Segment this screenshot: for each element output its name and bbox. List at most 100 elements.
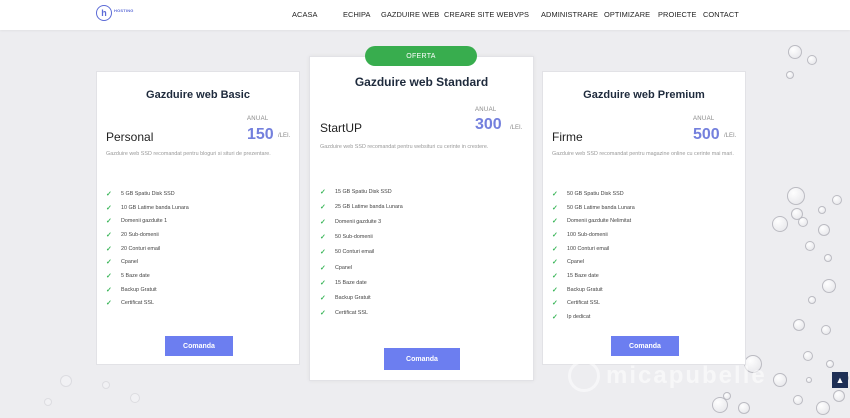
offer-badge: OFERTA — [365, 46, 477, 66]
logo[interactable]: h HOSTING — [96, 4, 134, 22]
check-icon: ✓ — [106, 259, 112, 267]
logo-icon: h — [96, 5, 112, 21]
order-button[interactable]: Comanda — [384, 348, 460, 370]
feature-label: 20 Sub-domenii — [121, 231, 159, 238]
check-icon: ✓ — [552, 272, 558, 280]
check-icon: ✓ — [552, 314, 558, 322]
bubble-decoration — [773, 373, 787, 387]
card-title: Gazduire web Standard — [354, 75, 489, 89]
check-icon: ✓ — [320, 310, 326, 318]
feature-label: Backup Gratuit — [121, 286, 157, 293]
bubble-decoration — [788, 45, 802, 59]
feature-label: 50 Conturi email — [335, 249, 375, 256]
bubble-decoration — [826, 360, 834, 368]
bubble-decoration — [807, 55, 817, 65]
order-button[interactable]: Comanda — [165, 336, 233, 356]
check-icon: ✓ — [106, 300, 112, 308]
pricing-card-premium: Gazduire web Premium ANUAL Firme 500 /LE… — [542, 71, 746, 365]
menu-item-echipa[interactable]: ECHIPA — [343, 10, 371, 19]
chevron-up-icon[interactable]: ▲ — [832, 372, 848, 388]
feature-item: ✓ Backup Gratuit — [320, 290, 403, 305]
bubble-decoration — [786, 71, 794, 79]
feature-label: Domenii gazduite 1 — [121, 218, 168, 225]
feature-label: 5 GB Spatiu Disk SSD — [121, 190, 175, 197]
menu-item-proiecte[interactable]: PROIECTE — [658, 10, 697, 19]
feature-list: ✓ 50 GB Spatiu Disk SSD ✓ 50 GB Latime band… — [552, 187, 635, 324]
bubble-decoration — [822, 279, 836, 293]
bubble-decoration — [821, 325, 831, 335]
plan-name: Personal — [106, 130, 154, 144]
menu-item-administrare[interactable]: ADMINISTRARE — [541, 10, 598, 19]
feature-label: 50 Sub-domenii — [335, 234, 373, 241]
feature-label: Cpanel — [335, 264, 353, 271]
bubble-decoration — [712, 397, 728, 413]
feature-item: ✓ 20 Sub-domenii — [106, 228, 189, 242]
bubble-decoration — [806, 377, 812, 383]
feature-item: ✓ 20 Conturi email — [106, 242, 189, 256]
menu-item-contact[interactable]: CONTACT — [703, 10, 739, 19]
check-icon: ✓ — [552, 231, 558, 239]
plan-description: Gazduire web SSD recomandat pentru magaz… — [552, 151, 734, 157]
feature-item: ✓ Backup Gratuit — [552, 283, 635, 297]
watermark-text: micapubelle — [606, 362, 767, 389]
check-icon: ✓ — [320, 294, 326, 302]
feature-label: 50 GB Latime banda Lunara — [567, 204, 635, 211]
bubble-decoration — [832, 195, 842, 205]
price-unit: /LEI. — [278, 133, 291, 139]
check-icon: ✓ — [552, 204, 558, 212]
check-icon: ✓ — [552, 245, 558, 253]
check-icon: ✓ — [320, 218, 326, 226]
feature-item: ✓ 15 GB Spatiu Disk SSD — [320, 184, 403, 199]
pricing-card-basic: Gazduire web Basic ANUAL Personal 150 /L… — [96, 71, 300, 365]
logo-text: HOSTING — [114, 7, 134, 13]
menu-item-optimizare[interactable]: OPTIMIZARE — [604, 10, 650, 19]
check-icon: ✓ — [106, 286, 112, 294]
feature-label: 100 Conturi email — [567, 245, 610, 252]
bubble-decoration — [793, 395, 803, 405]
feature-label: 15 Baze date — [567, 272, 599, 279]
menu-item-creare-site-web[interactable]: CREARE SITE WEB — [444, 10, 514, 19]
price-value: 500 — [693, 126, 720, 143]
check-icon: ✓ — [552, 286, 558, 294]
menu-item-gazduire-web[interactable]: GAZDUIRE WEB — [381, 10, 439, 19]
feature-label: Cpanel — [121, 259, 139, 266]
feature-item: ✓ Cpanel — [320, 260, 403, 275]
bubble-decoration — [833, 390, 845, 402]
feature-list: ✓ 15 GB Spatiu Disk SSD ✓ 25 GB Latime band… — [320, 184, 403, 321]
bubble-decoration — [824, 254, 832, 262]
check-icon: ✓ — [552, 259, 558, 267]
price-value: 150 — [247, 126, 274, 143]
check-icon: ✓ — [320, 234, 326, 242]
feature-item: ✓ Backup Gratuit — [106, 283, 189, 297]
feature-list: ✓ 5 GB Spatiu Disk SSD ✓ 10 GB Latime banda… — [106, 187, 189, 310]
bubble-decoration — [787, 187, 805, 205]
check-icon: ✓ — [552, 300, 558, 308]
bubble-decoration — [803, 351, 813, 361]
watermark-logo — [568, 360, 600, 392]
feature-label: 50 GB Spatiu Disk SSD — [567, 190, 624, 197]
feature-item: ✓ 5 Baze date — [106, 269, 189, 283]
plan-name: StartUP — [320, 121, 363, 135]
order-button[interactable]: Comanda — [611, 336, 679, 356]
bubble-decoration — [816, 401, 830, 415]
feature-label: 25 GB Latime banda Lunara — [335, 203, 403, 210]
check-icon: ✓ — [552, 218, 558, 226]
feature-item: ✓ 50 Sub-domenii — [320, 230, 403, 245]
price-period: ANUAL — [475, 107, 497, 113]
menu-item-vps[interactable]: VPS — [514, 10, 529, 19]
feature-item: ✓ 10 GB Latime banda Lunara — [106, 201, 189, 215]
bubble-decoration — [738, 402, 750, 414]
bubble-decoration — [805, 241, 815, 251]
menu-item-acasa[interactable]: ACASA — [292, 10, 318, 19]
feature-label: Cpanel — [567, 259, 585, 266]
feature-item: ✓ Cpanel — [106, 255, 189, 269]
feature-item: ✓ 15 Baze date — [552, 269, 635, 283]
feature-item: ✓ Domenii gazduite 1 — [106, 214, 189, 228]
check-icon: ✓ — [320, 249, 326, 257]
price-period: ANUAL — [693, 116, 715, 122]
check-icon: ✓ — [106, 245, 112, 253]
feature-item: ✓ 50 GB Latime banda Lunara — [552, 201, 635, 215]
feature-label: Backup Gratuit — [567, 286, 603, 293]
bubble-decoration — [102, 381, 110, 389]
feature-label: 5 Baze date — [121, 272, 150, 279]
